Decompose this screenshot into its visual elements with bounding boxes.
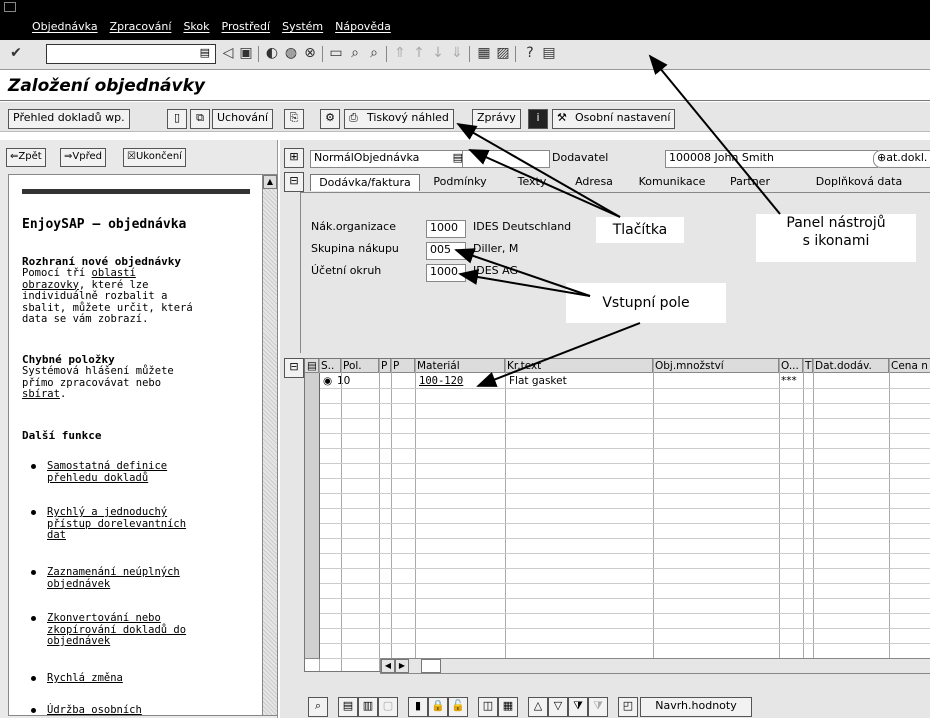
arrow-to-material <box>476 322 641 387</box>
arrow-to-company-code <box>458 269 591 297</box>
arrow-to-system-toolbar <box>648 54 781 215</box>
annotation-arrows <box>454 54 781 387</box>
arrow-to-vendor <box>468 149 621 218</box>
arrow-to-print-preview <box>456 123 621 218</box>
arrow-to-purchasing-group <box>454 248 591 297</box>
